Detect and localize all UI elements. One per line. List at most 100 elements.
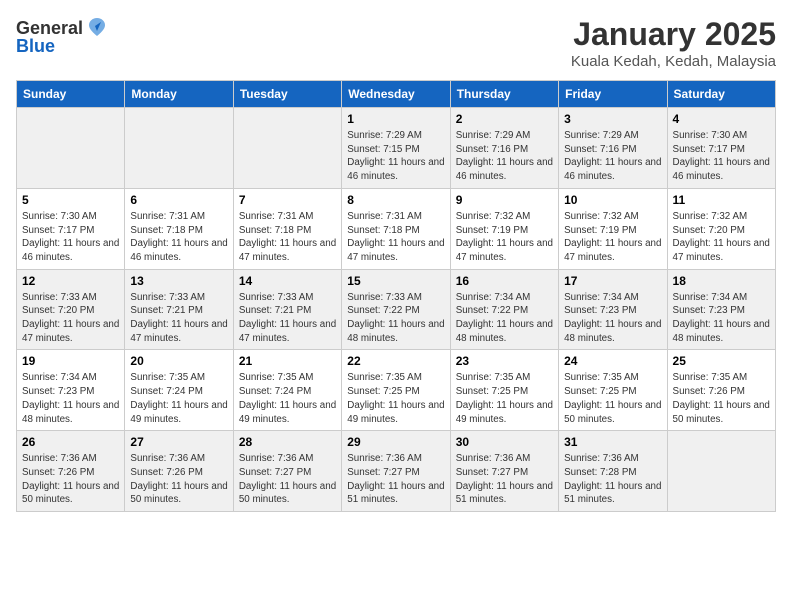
- day-info: Sunrise: 7:33 AMSunset: 7:21 PMDaylight:…: [130, 291, 227, 346]
- calendar-cell: 22 Sunrise: 7:35 AMSunset: 7:25 PMDayligh…: [342, 350, 450, 431]
- calendar-cell: 13 Sunrise: 7:33 AMSunset: 7:21 PMDayligh…: [125, 269, 233, 350]
- calendar-week-row: 26 Sunrise: 7:36 AMSunset: 7:26 PMDayligh…: [17, 431, 776, 512]
- day-number: 11: [673, 193, 770, 207]
- weekday-header: Thursday: [450, 81, 558, 108]
- calendar-cell: 3 Sunrise: 7:29 AMSunset: 7:16 PMDaylight…: [559, 108, 667, 189]
- day-info: Sunrise: 7:36 AMSunset: 7:27 PMDaylight:…: [347, 452, 444, 507]
- calendar-cell: 26Sunrise: 7:36 AMSunset: 7:26 PMDayligh…: [17, 431, 125, 512]
- day-info: Sunrise: 7:36 AMSunset: 7:28 PMDaylight:…: [564, 452, 661, 507]
- day-number: 24: [564, 354, 661, 368]
- calendar-cell: 29 Sunrise: 7:36 AMSunset: 7:27 PMDayligh…: [342, 431, 450, 512]
- calendar-cell: 1 Sunrise: 7:29 AMSunset: 7:15 PMDaylight…: [342, 108, 450, 189]
- day-info: Sunrise: 7:32 AMSunset: 7:19 PMDaylight:…: [456, 210, 553, 265]
- weekday-header: Wednesday: [342, 81, 450, 108]
- day-number: 28: [239, 435, 336, 449]
- day-info: Sunrise: 7:29 AMSunset: 7:15 PMDaylight:…: [347, 129, 444, 184]
- weekday-header: Monday: [125, 81, 233, 108]
- weekday-header: Tuesday: [233, 81, 341, 108]
- calendar-cell: [125, 108, 233, 189]
- day-info: Sunrise: 7:35 AMSunset: 7:25 PMDaylight:…: [456, 371, 553, 426]
- weekday-header: Saturday: [667, 81, 775, 108]
- calendar-cell: 17Sunrise: 7:34 AMSunset: 7:23 PMDayligh…: [559, 269, 667, 350]
- calendar-week-row: 19 Sunrise: 7:34 AMSunset: 7:23 PMDayligh…: [17, 350, 776, 431]
- day-number: 9: [456, 193, 553, 207]
- day-number: 14: [239, 274, 336, 288]
- day-info: Sunrise: 7:36 AMSunset: 7:27 PMDaylight:…: [239, 452, 336, 507]
- calendar-cell: 25 Sunrise: 7:35 AMSunset: 7:26 PMDayligh…: [667, 350, 775, 431]
- calendar-cell: 2 Sunrise: 7:29 AMSunset: 7:16 PMDaylight…: [450, 108, 558, 189]
- weekday-header: Friday: [559, 81, 667, 108]
- day-number: 1: [347, 112, 444, 126]
- calendar-cell: 21Sunrise: 7:35 AMSunset: 7:24 PMDayligh…: [233, 350, 341, 431]
- day-number: 20: [130, 354, 227, 368]
- calendar-cell: 6Sunrise: 7:31 AMSunset: 7:18 PMDaylight…: [125, 188, 233, 269]
- day-number: 4: [673, 112, 770, 126]
- day-number: 8: [347, 193, 444, 207]
- logo: General Blue: [16, 16, 109, 57]
- calendar-cell: 30 Sunrise: 7:36 AMSunset: 7:27 PMDayligh…: [450, 431, 558, 512]
- day-number: 17: [564, 274, 661, 288]
- calendar-cell: 7 Sunrise: 7:31 AMSunset: 7:18 PMDaylight…: [233, 188, 341, 269]
- day-number: 26: [22, 435, 119, 449]
- calendar-cell: 18Sunrise: 7:34 AMSunset: 7:23 PMDayligh…: [667, 269, 775, 350]
- day-number: 22: [347, 354, 444, 368]
- logo-blue: Blue: [16, 36, 55, 57]
- calendar-cell: 19 Sunrise: 7:34 AMSunset: 7:23 PMDayligh…: [17, 350, 125, 431]
- day-info: Sunrise: 7:34 AMSunset: 7:22 PMDaylight:…: [456, 291, 553, 346]
- calendar-cell: 10 Sunrise: 7:32 AMSunset: 7:19 PMDayligh…: [559, 188, 667, 269]
- day-number: 2: [456, 112, 553, 126]
- calendar-cell: 12Sunrise: 7:33 AMSunset: 7:20 PMDayligh…: [17, 269, 125, 350]
- day-info: Sunrise: 7:32 AMSunset: 7:19 PMDaylight:…: [564, 210, 661, 265]
- calendar-cell: 11 Sunrise: 7:32 AMSunset: 7:20 PMDayligh…: [667, 188, 775, 269]
- day-number: 3: [564, 112, 661, 126]
- page-header: General Blue January 2025 Kuala Kedah, K…: [16, 16, 776, 70]
- day-info: Sunrise: 7:36 AMSunset: 7:26 PMDaylight:…: [130, 452, 227, 507]
- day-number: 6: [130, 193, 227, 207]
- day-number: 30: [456, 435, 553, 449]
- day-number: 25: [673, 354, 770, 368]
- day-info: Sunrise: 7:33 AMSunset: 7:21 PMDaylight:…: [239, 291, 336, 346]
- day-number: 31: [564, 435, 661, 449]
- day-info: Sunrise: 7:36 AMSunset: 7:27 PMDaylight:…: [456, 452, 553, 507]
- day-info: Sunrise: 7:29 AMSunset: 7:16 PMDaylight:…: [564, 129, 661, 184]
- calendar-cell: 4 Sunrise: 7:30 AMSunset: 7:17 PMDaylight…: [667, 108, 775, 189]
- calendar-cell: 5Sunrise: 7:30 AMSunset: 7:17 PMDaylight…: [17, 188, 125, 269]
- day-number: 13: [130, 274, 227, 288]
- calendar-cell: [667, 431, 775, 512]
- day-info: Sunrise: 7:32 AMSunset: 7:20 PMDaylight:…: [673, 210, 770, 265]
- calendar-cell: 23Sunrise: 7:35 AMSunset: 7:25 PMDayligh…: [450, 350, 558, 431]
- calendar-cell: 31 Sunrise: 7:36 AMSunset: 7:28 PMDayligh…: [559, 431, 667, 512]
- day-info: Sunrise: 7:33 AMSunset: 7:22 PMDaylight:…: [347, 291, 444, 346]
- day-info: Sunrise: 7:35 AMSunset: 7:26 PMDaylight:…: [673, 371, 770, 426]
- day-info: Sunrise: 7:35 AMSunset: 7:25 PMDaylight:…: [564, 371, 661, 426]
- calendar-cell: 16 Sunrise: 7:34 AMSunset: 7:22 PMDayligh…: [450, 269, 558, 350]
- day-number: 7: [239, 193, 336, 207]
- calendar-cell: 20 Sunrise: 7:35 AMSunset: 7:24 PMDayligh…: [125, 350, 233, 431]
- month-title: January 2025: [571, 16, 776, 53]
- calendar-cell: 28 Sunrise: 7:36 AMSunset: 7:27 PMDayligh…: [233, 431, 341, 512]
- calendar-cell: 14 Sunrise: 7:33 AMSunset: 7:21 PMDayligh…: [233, 269, 341, 350]
- day-number: 27: [130, 435, 227, 449]
- day-number: 16: [456, 274, 553, 288]
- calendar-cell: 24 Sunrise: 7:35 AMSunset: 7:25 PMDayligh…: [559, 350, 667, 431]
- calendar-cell: [233, 108, 341, 189]
- day-number: 10: [564, 193, 661, 207]
- day-number: 12: [22, 274, 119, 288]
- day-info: Sunrise: 7:30 AMSunset: 7:17 PMDaylight:…: [22, 210, 119, 265]
- day-info: Sunrise: 7:34 AMSunset: 7:23 PMDaylight:…: [22, 371, 119, 426]
- day-number: 15: [347, 274, 444, 288]
- weekday-header: Sunday: [17, 81, 125, 108]
- calendar-week-row: 5Sunrise: 7:30 AMSunset: 7:17 PMDaylight…: [17, 188, 776, 269]
- day-info: Sunrise: 7:30 AMSunset: 7:17 PMDaylight:…: [673, 129, 770, 184]
- day-number: 29: [347, 435, 444, 449]
- day-number: 19: [22, 354, 119, 368]
- day-info: Sunrise: 7:35 AMSunset: 7:24 PMDaylight:…: [130, 371, 227, 426]
- day-info: Sunrise: 7:31 AMSunset: 7:18 PMDaylight:…: [239, 210, 336, 265]
- calendar-cell: 27 Sunrise: 7:36 AMSunset: 7:26 PMDayligh…: [125, 431, 233, 512]
- calendar-week-row: 12Sunrise: 7:33 AMSunset: 7:20 PMDayligh…: [17, 269, 776, 350]
- day-number: 21: [239, 354, 336, 368]
- day-number: 18: [673, 274, 770, 288]
- day-info: Sunrise: 7:35 AMSunset: 7:25 PMDaylight:…: [347, 371, 444, 426]
- day-info: Sunrise: 7:29 AMSunset: 7:16 PMDaylight:…: [456, 129, 553, 184]
- calendar-cell: 8Sunrise: 7:31 AMSunset: 7:18 PMDaylight…: [342, 188, 450, 269]
